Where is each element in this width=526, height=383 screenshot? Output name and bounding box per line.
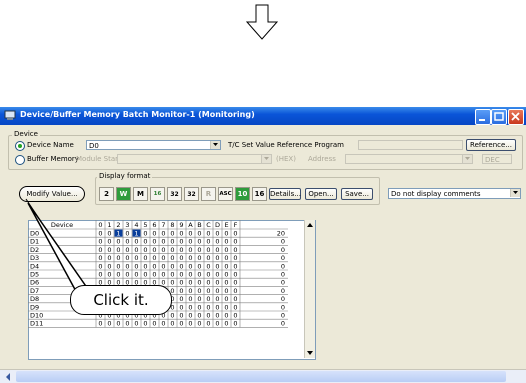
callout-pointer <box>25 198 91 307</box>
click-it-callout: Click it. <box>70 285 172 315</box>
